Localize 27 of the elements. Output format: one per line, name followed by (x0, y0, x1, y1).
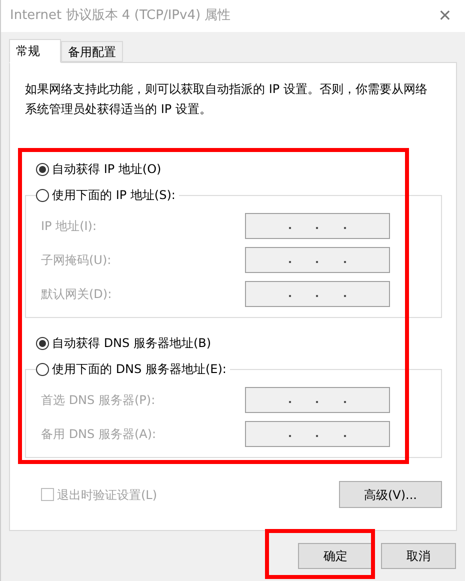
description-text: 如果网络支持此功能，则可以获取自动指派的 IP 设置。否则，你需要从网络系统管理员处获得适当的 IP 设置。 (25, 81, 428, 118)
radio-label: 使用下面的 DNS 服务器地址(E): (52, 361, 226, 378)
ip-address-field[interactable] (245, 247, 390, 273)
tab[interactable]: 备用配置 (61, 41, 123, 62)
radio-button[interactable] (36, 362, 49, 376)
cancel-button[interactable]: 取消 (381, 543, 456, 569)
ip-address-field[interactable] (245, 387, 390, 413)
field-label: 默认网关(D): (41, 286, 112, 303)
radio-label: 自动获得 DNS 服务器地址(B) (52, 335, 212, 352)
field-label: 首选 DNS 服务器(P): (41, 392, 156, 409)
radio-label: 自动获得 IP 地址(O) (52, 161, 162, 178)
window-title: Internet 协议版本 4 (TCP/IPv4) 属性 (10, 7, 231, 26)
ip-address-field[interactable] (245, 213, 390, 239)
field-label: IP 地址(I): (41, 218, 97, 235)
field-label: 子网掩码(U): (41, 252, 112, 269)
radio-button[interactable] (36, 336, 49, 350)
radio-button[interactable] (36, 162, 49, 176)
ip-address-field[interactable] (245, 421, 390, 447)
ok-button[interactable]: 确定 (298, 543, 373, 569)
ip-address-field[interactable] (245, 281, 390, 307)
advanced-button[interactable]: 高级(V)... (339, 481, 442, 508)
radio-label: 使用下面的 IP 地址(S): (52, 187, 176, 204)
field-label: 备用 DNS 服务器(A): (41, 426, 156, 443)
radio-button[interactable] (36, 188, 49, 202)
tab[interactable]: 常规 (9, 39, 61, 63)
close-button[interactable]: ✕ (433, 4, 457, 28)
checkbox-label: 退出时验证设置(L) (57, 486, 158, 504)
